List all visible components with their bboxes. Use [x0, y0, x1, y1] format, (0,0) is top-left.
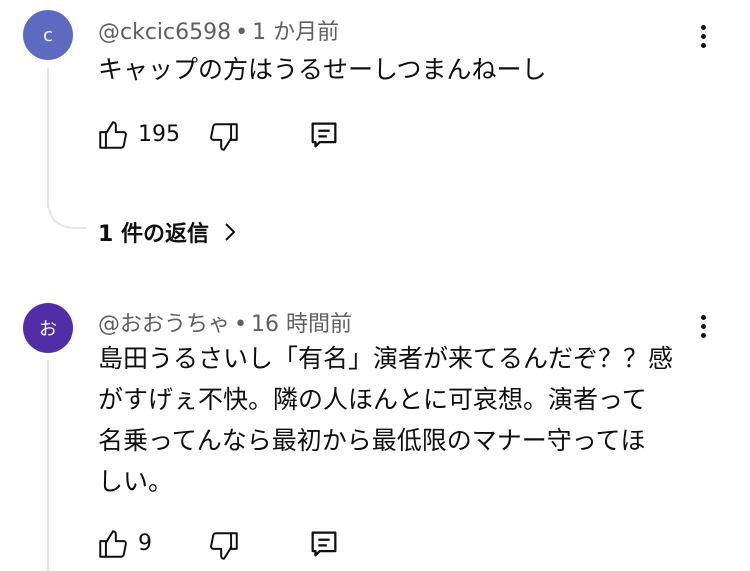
meta-separator: • [235, 20, 249, 45]
comment-text-line: がすげぇ不快。隣の人ほんとに可哀想。演者って [98, 385, 647, 414]
comment-time[interactable]: 16 時間前 [251, 312, 352, 337]
dislike-icon[interactable] [207, 120, 241, 154]
more-vert-icon[interactable] [688, 16, 718, 56]
like-count: 195 [138, 122, 180, 147]
thread-line [47, 68, 49, 208]
meta-separator: • [234, 312, 247, 337]
avatar-letter: c [43, 24, 53, 46]
view-replies-button[interactable]: 1 件の返信 [98, 216, 237, 248]
thread-line [47, 360, 49, 571]
author-handle[interactable]: @ckcic6598 [98, 20, 231, 45]
reply-icon[interactable] [307, 118, 341, 152]
comment-text-line: しい。 [98, 467, 174, 496]
avatar-letter: お [39, 319, 57, 340]
reply-icon[interactable] [307, 527, 341, 561]
avatar[interactable]: c [23, 10, 73, 60]
avatar[interactable]: お [23, 303, 73, 353]
comment-text-line: 島田うるさいし「有名」演者が来てるんだぞ？？感 [98, 344, 674, 373]
like-count: 9 [138, 531, 152, 556]
dislike-icon[interactable] [207, 529, 241, 563]
comment-meta: @おおうちゃ • 16 時間前 [98, 306, 352, 338]
author-handle[interactable]: @おおうちゃ [98, 312, 230, 337]
like-icon[interactable] [96, 118, 130, 152]
comment-text: 島田うるさいし「有名」演者が来てるんだぞ？？感 がすげぇ不快。隣の人ほんとに可哀… [98, 338, 673, 502]
more-vert-icon[interactable] [688, 306, 718, 346]
chevron-right-icon [225, 223, 236, 241]
comment-text-line: 名乗ってんなら最初から最低限のマナー守ってほ [98, 426, 646, 455]
like-icon[interactable] [96, 527, 130, 561]
comment-meta: @ckcic6598 • 1 か月前 [98, 14, 339, 46]
comment-text: キャップの方はうるせーしつまんねーし [98, 55, 547, 84]
comment-time[interactable]: 1 か月前 [252, 20, 339, 45]
replies-label: 1 件の返信 [98, 222, 209, 247]
thread-curve [47, 200, 87, 229]
